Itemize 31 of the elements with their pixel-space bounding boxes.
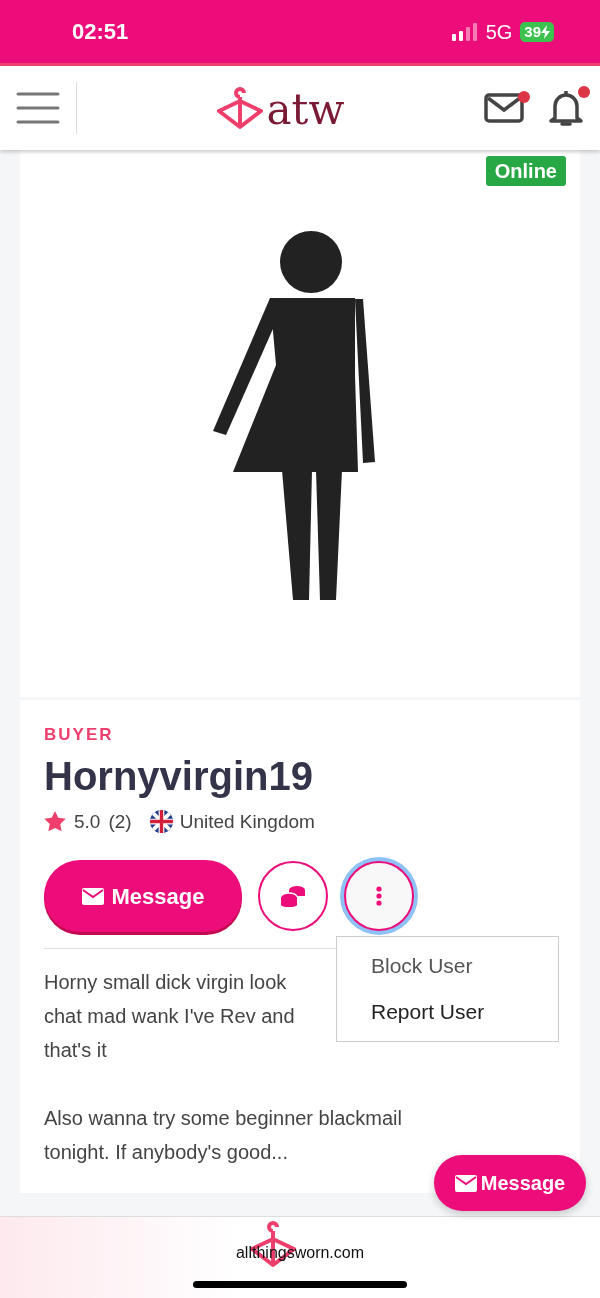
- envelope-icon: [454, 1174, 477, 1192]
- country-label: United Kingdom: [179, 809, 315, 834]
- messages-button[interactable]: [484, 93, 524, 123]
- logo-text: atw: [266, 89, 345, 131]
- charging-icon: [541, 24, 550, 39]
- review-count: (2): [108, 809, 132, 834]
- bio-text: Also wanna try some beginner blackmail: [44, 1106, 402, 1131]
- menu-item[interactable]: Block User: [337, 943, 558, 989]
- star-icon: [44, 811, 66, 833]
- bio-text: chat mad wank I've Rev and: [44, 1004, 295, 1029]
- bio-text: tonight. If anybody's good...: [44, 1140, 288, 1165]
- more-icon: [376, 886, 382, 906]
- more-options-button[interactable]: [344, 861, 414, 931]
- username: Hornyvirgin19: [44, 752, 314, 800]
- network-label: 5G: [485, 19, 513, 45]
- hanger-icon: [216, 85, 263, 131]
- role-label: BUYER: [44, 724, 115, 746]
- floating-message-button[interactable]: Message: [434, 1155, 586, 1211]
- flag-icon: [149, 810, 173, 834]
- rating-value: 5.0: [74, 809, 101, 834]
- battery-indicator: 39: [520, 21, 554, 42]
- menu-button[interactable]: [16, 91, 60, 125]
- notifications-button[interactable]: [548, 88, 584, 128]
- bio-text: Horny small dick virgin look: [44, 970, 287, 995]
- status-time: 02:51: [72, 18, 129, 46]
- bio-text: that's it: [44, 1038, 107, 1063]
- menu-item[interactable]: Report User: [337, 989, 558, 1035]
- message-button[interactable]: Message: [44, 860, 242, 932]
- signal-icon: [451, 22, 478, 41]
- envelope-icon: [81, 887, 104, 905]
- online-badge: Online: [485, 156, 566, 186]
